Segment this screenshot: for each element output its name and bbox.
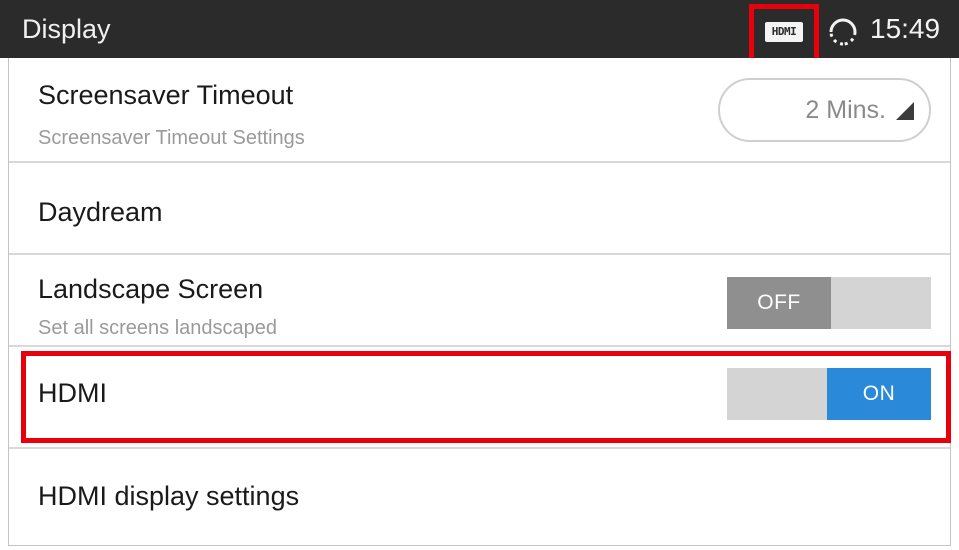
- landscape-screen-subtitle: Set all screens landscaped: [38, 317, 278, 339]
- screensaver-timeout-value: 2 Mins.: [805, 96, 886, 124]
- daydream-title: Daydream: [38, 197, 163, 227]
- settings-row-screensaver-timeout[interactable]: Screensaver Timeout Screensaver Timeout …: [9, 58, 950, 161]
- screensaver-timeout-dropdown[interactable]: 2 Mins.: [718, 78, 931, 142]
- settings-row-daydream[interactable]: Daydream: [9, 163, 950, 253]
- screensaver-timeout-title: Screensaver Timeout: [38, 80, 294, 110]
- screensaver-timeout-subtitle: Screensaver Timeout Settings: [38, 127, 305, 149]
- landscape-screen-toggle[interactable]: OFF: [727, 277, 931, 329]
- sync-icon: [829, 18, 857, 46]
- display-settings-screen: Display HDMI 15:49 Screensaver Timeout S…: [0, 0, 959, 550]
- toggle-knob-off: OFF: [727, 277, 831, 329]
- hdmi-display-settings-title: HDMI display settings: [38, 481, 300, 511]
- hdmi-status-highlight: [749, 4, 819, 66]
- dropdown-arrow-icon: [896, 102, 914, 120]
- settings-list: Screensaver Timeout Screensaver Timeout …: [8, 58, 951, 546]
- settings-row-landscape-screen[interactable]: Landscape Screen Set all screens landsca…: [9, 255, 950, 345]
- clock: 15:49: [870, 13, 941, 44]
- settings-row-hdmi-display-settings[interactable]: HDMI display settings: [9, 449, 950, 546]
- page-title: Display: [22, 14, 111, 44]
- hdmi-row-highlight: [21, 351, 951, 443]
- landscape-screen-title: Landscape Screen: [38, 274, 264, 304]
